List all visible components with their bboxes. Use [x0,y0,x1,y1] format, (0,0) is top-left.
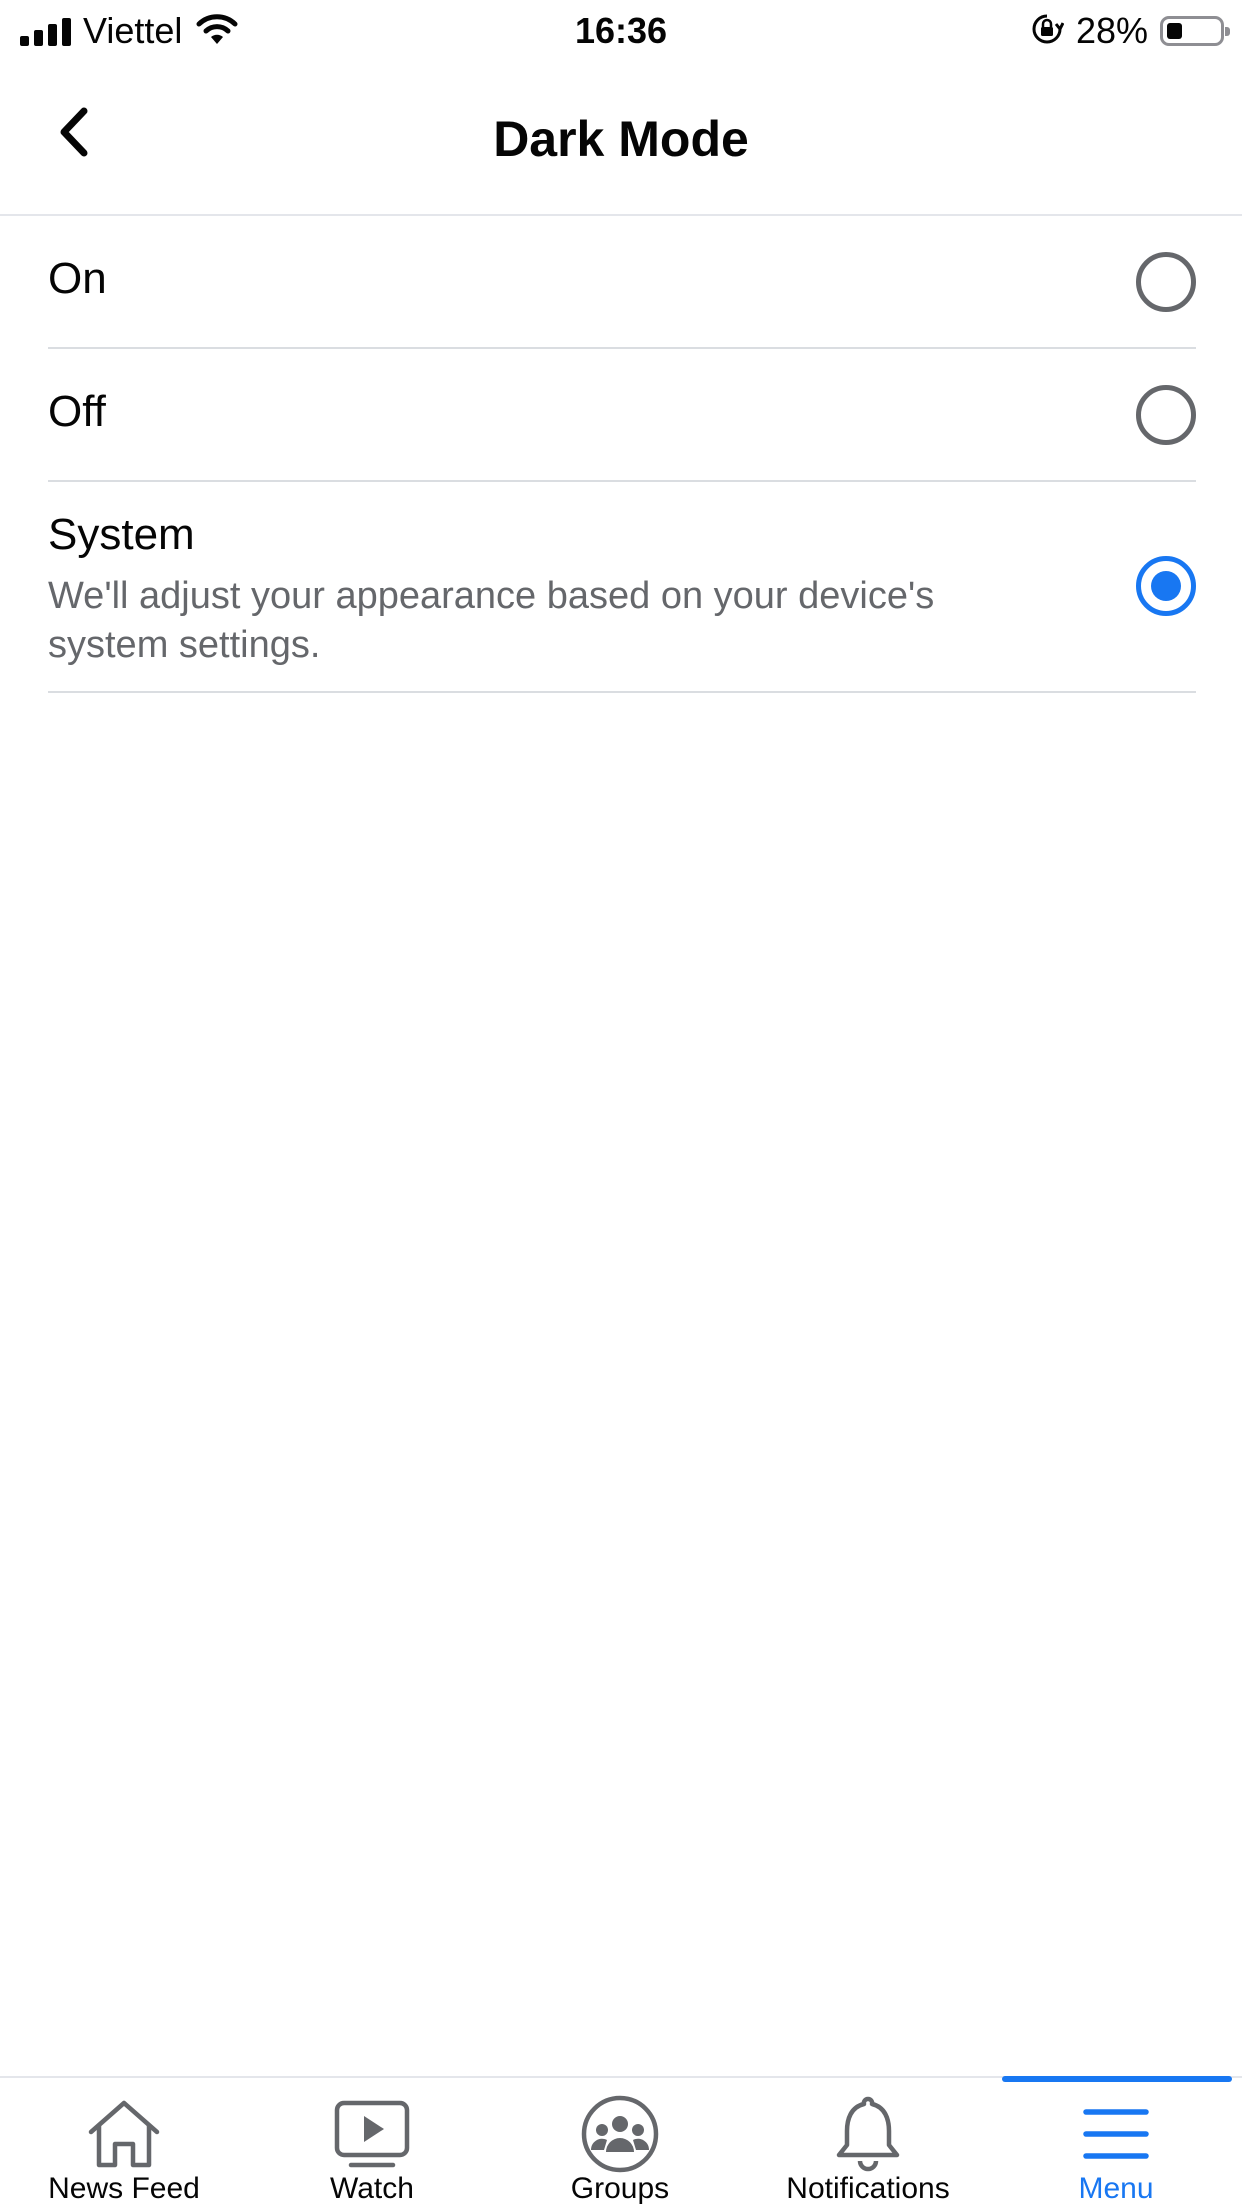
option-label: On [48,254,107,303]
option-description: We'll adjust your appearance based on yo… [48,575,935,666]
bottom-tab-bar: News Feed Watch Groups Notifications Men… [0,2076,1242,2208]
tab-label: News Feed [48,2172,200,2205]
radio-button-system[interactable] [1136,556,1196,616]
dark-mode-options: On Off System We'll adjust your appearan… [48,216,1196,693]
tab-watch[interactable]: Watch [248,2078,496,2208]
battery-fill [1167,23,1182,39]
radio-button-off[interactable] [1136,385,1196,445]
radio-selected-dot [1151,571,1181,601]
battery-icon [1160,16,1230,46]
page-title: Dark Mode [493,111,749,167]
tab-groups[interactable]: Groups [496,2078,744,2208]
tab-menu[interactable]: Menu [992,2078,1240,2208]
battery-percent: 28% [1075,10,1148,51]
option-on[interactable]: On [48,216,1196,349]
groups-icon [578,2092,662,2176]
radio-button-on[interactable] [1136,252,1196,312]
tab-label: Notifications [786,2172,950,2205]
page-header: Dark Mode [0,62,1242,216]
option-system[interactable]: System We'll adjust your appearance base… [48,482,1196,693]
watch-video-icon [330,2092,414,2176]
option-label: Off [48,387,106,436]
tab-news-feed[interactable]: News Feed [0,2078,248,2208]
status-bar: Viettel 16:36 28% [0,0,1242,62]
home-icon [82,2092,166,2176]
status-bar-right: 28% [1030,10,1230,52]
orientation-lock-icon [1030,12,1065,51]
bell-icon [826,2092,910,2176]
tab-label: Groups [570,2172,670,2205]
tab-notifications[interactable]: Notifications [744,2078,992,2208]
hamburger-menu-icon [1074,2092,1158,2176]
option-label: System [48,510,195,559]
tab-label: Watch [330,2172,414,2205]
option-off[interactable]: Off [48,349,1196,482]
tab-label: Menu [1078,2172,1154,2205]
